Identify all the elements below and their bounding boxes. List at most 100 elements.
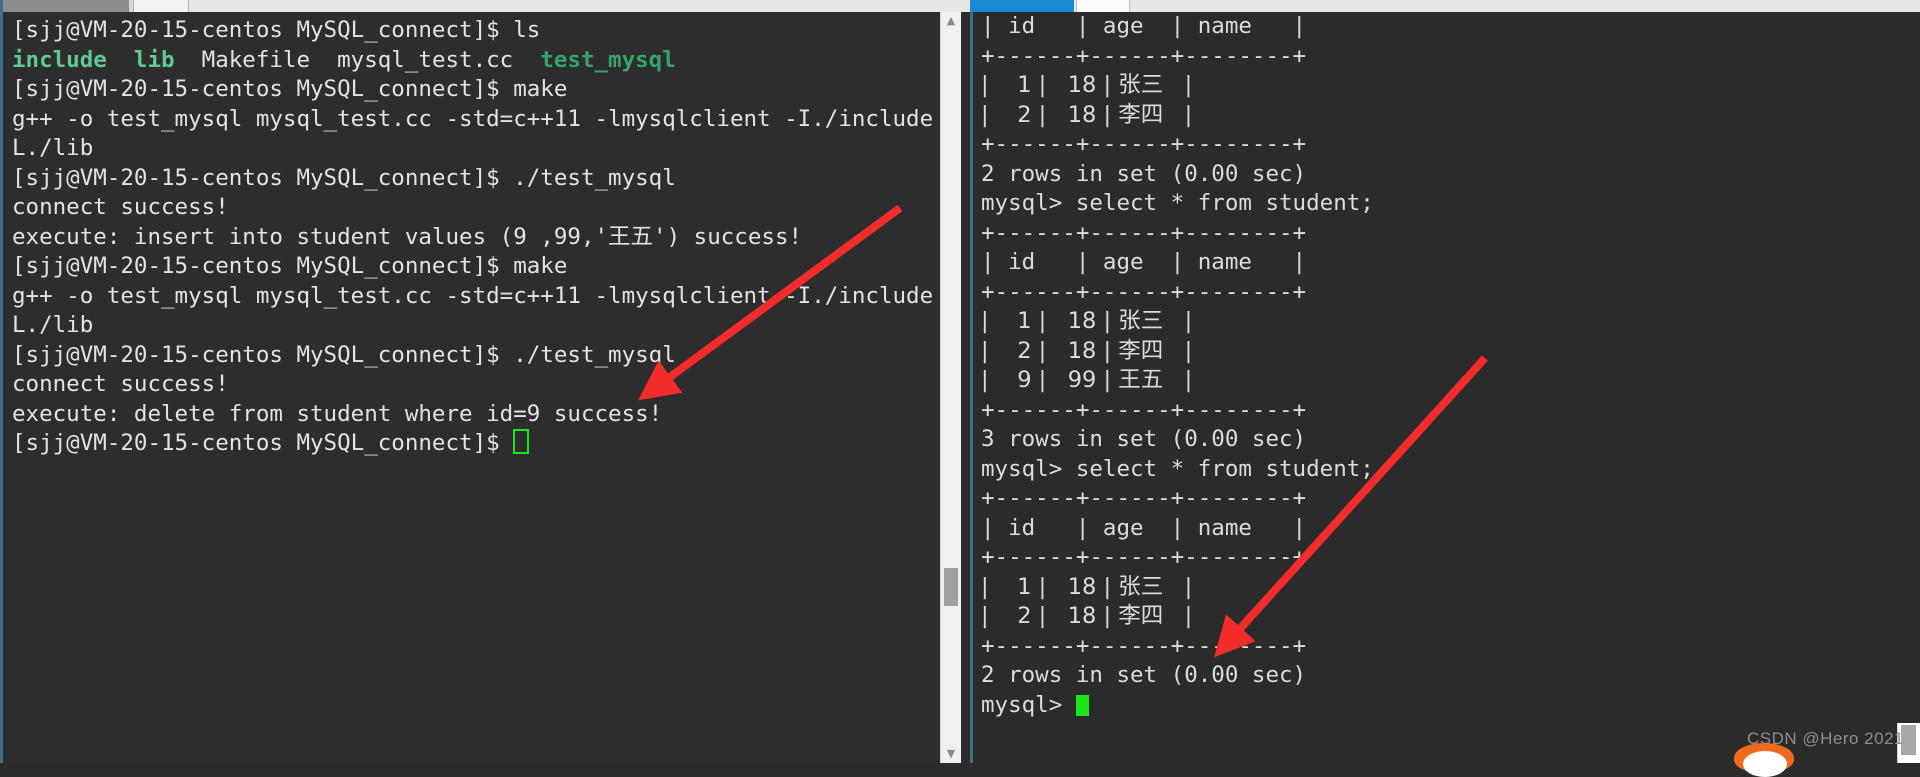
right-terminal-pane: | id | age | name | +------+------+------… xyxy=(961,0,1920,777)
left-tab-active[interactable] xyxy=(3,0,129,12)
mysql-line-text: +------+------+--------+ xyxy=(981,131,1307,157)
mysql-output-line: | 1 | 18 | 张三 | xyxy=(981,307,1920,337)
mysql-output-line: +------+------+--------+ xyxy=(981,130,1920,160)
terminal-text: L./lib xyxy=(12,135,94,161)
mysql-output-line: | 1 | 18 | 张三 | xyxy=(981,573,1920,603)
mysql-output-line: | 1 | 18 | 张三 | xyxy=(981,71,1920,101)
mysql-line-text: +------+------+--------+ xyxy=(981,485,1307,511)
mysql-output-line: 2 rows in set (0.00 sec) xyxy=(981,661,1920,691)
terminal-text: connect success! xyxy=(12,371,229,397)
terminal-text: connect success! xyxy=(12,194,229,220)
mysql-line-text: | 2 | 18 | 李四 | xyxy=(981,101,1193,128)
terminal-text: [sjj@VM-20-15-centos MySQL_connect]$ mak… xyxy=(12,253,568,279)
left-terminal-pane: [sjj@VM-20-15-centos MySQL_connect]$ ls i… xyxy=(0,0,964,763)
mysql-line-text: | id | age | name | xyxy=(981,13,1307,39)
terminal-line: [sjj@VM-20-15-centos MySQL_connect]$ xyxy=(12,429,944,459)
mysql-output-line: | 2 | 18 | 李四 | xyxy=(981,337,1920,367)
terminal-line: g++ -o test_mysql mysql_test.cc -std=c++… xyxy=(12,105,944,135)
mysql-output-line: | 2 | 18 | 李四 | xyxy=(981,101,1920,131)
left-scrollbar-thumb[interactable] xyxy=(944,568,958,606)
scroll-down-arrow-icon[interactable]: ▼ xyxy=(941,745,961,763)
terminal-text: [sjj@VM-20-15-centos MySQL_connect]$ ls xyxy=(12,17,541,43)
scroll-up-arrow-icon[interactable]: ▲ xyxy=(941,12,961,30)
terminal-text: [sjj@VM-20-15-centos MySQL_connect]$ xyxy=(12,430,514,456)
terminal-line: [sjj@VM-20-15-centos MySQL_connect]$ ./t… xyxy=(12,341,944,371)
mysql-output-line: +------+------+--------+ xyxy=(981,632,1920,662)
terminal-line: g++ -o test_mysql mysql_test.cc -std=c++… xyxy=(12,282,944,312)
terminal-line: [sjj@VM-20-15-centos MySQL_connect]$ ls xyxy=(12,16,944,46)
mysql-output-line: +------+------+--------+ xyxy=(981,543,1920,573)
mysql-cursor xyxy=(1075,694,1089,716)
terminal-line: [sjj@VM-20-15-centos MySQL_connect]$ ./t… xyxy=(12,164,944,194)
terminal-line: connect success! xyxy=(12,193,944,223)
right-tab-bar[interactable] xyxy=(961,0,1920,12)
terminal-text: [sjj@VM-20-15-centos MySQL_connect]$ mak… xyxy=(12,76,568,102)
right-tab-second[interactable] xyxy=(1076,0,1130,12)
directory-name: lib xyxy=(133,46,175,73)
terminal-line: execute: delete from student where id=9 … xyxy=(12,400,944,430)
terminal-text: [sjj@VM-20-15-centos MySQL_connect]$ ./t… xyxy=(12,341,676,368)
mysql-line-text: +------+------+--------+ xyxy=(981,544,1307,570)
mysql-line-text: +------+------+--------+ xyxy=(981,219,1307,246)
mysql-line-text: +------+------+--------+ xyxy=(981,396,1307,423)
left-tab-second[interactable] xyxy=(133,0,189,12)
mysql-output-line: +------+------+--------+ xyxy=(981,396,1920,426)
mysql-output-line: mysql> select * from student; xyxy=(981,455,1920,485)
terminal-line: [sjj@VM-20-15-centos MySQL_connect]$ mak… xyxy=(12,75,944,105)
mysql-line-text: +------+------+--------+ xyxy=(981,278,1307,305)
mysql-line-text: 3 rows in set (0.00 sec) xyxy=(981,426,1307,452)
left-terminal-output[interactable]: [sjj@VM-20-15-centos MySQL_connect]$ ls i… xyxy=(6,12,944,763)
mysql-line-text: | 9 | 99 | 王五 | xyxy=(981,367,1193,393)
mysql-output-line: | id | age | name | xyxy=(981,514,1920,544)
right-tab-active[interactable] xyxy=(970,0,1074,12)
mysql-prompt-text: mysql> xyxy=(981,691,1076,718)
mysql-output-line: +------+------+--------+ xyxy=(981,484,1920,514)
mysql-line-text: | id | age | name | xyxy=(981,249,1307,275)
mysql-output-line: mysql> select * from student; xyxy=(981,189,1920,219)
terminal-text: execute: delete from student where id=9 … xyxy=(12,400,663,427)
mysql-output-line: +------+------+--------+ xyxy=(981,278,1920,308)
mysql-output-line: | id | age | name | xyxy=(981,12,1920,42)
mysql-output-line: | id | age | name | xyxy=(981,248,1920,278)
terminal-text: g++ -o test_mysql mysql_test.cc -std=c++… xyxy=(12,105,944,132)
mysql-line-text: | 1 | 18 | 张三 | xyxy=(981,308,1193,334)
mysql-output-line: 3 rows in set (0.00 sec) xyxy=(981,425,1920,455)
left-scrollbar[interactable]: ▲ ▼ xyxy=(940,12,961,763)
mysql-line-text: | id | age | name | xyxy=(981,514,1307,541)
terminal-text: [sjj@VM-20-15-centos MySQL_connect]$ ./t… xyxy=(12,164,676,191)
terminal-text: g++ -o test_mysql mysql_test.cc -std=c++… xyxy=(12,282,944,309)
mysql-line-text: | 1 | 18 | 张三 | xyxy=(981,573,1193,600)
terminal-line: L./lib xyxy=(12,134,944,164)
mysql-line-text: +------+------+--------+ xyxy=(981,632,1307,659)
terminal-line: connect success! xyxy=(12,370,944,400)
terminal-text: execute: insert into student values (9 ,… xyxy=(12,223,803,250)
mysql-line-text: mysql> select * from student; xyxy=(981,455,1374,482)
mysql-output-line: | 9 | 99 | 王五 | xyxy=(981,366,1920,396)
screenshot-root: [sjj@VM-20-15-centos MySQL_connect]$ ls i… xyxy=(0,0,1920,777)
terminal-line: [sjj@VM-20-15-centos MySQL_connect]$ mak… xyxy=(12,252,944,282)
terminal-line: L./lib xyxy=(12,311,944,341)
mysql-line-text: mysql> select * from student; xyxy=(981,190,1374,216)
left-tab-bar[interactable] xyxy=(3,0,964,12)
left-tab-strip-background xyxy=(189,0,964,12)
terminal-cursor xyxy=(513,429,530,454)
mysql-terminal-output[interactable]: | id | age | name | +------+------+------… xyxy=(970,12,1920,763)
mysql-output-line: +------+------+--------+ xyxy=(981,219,1920,249)
mysql-line-text: | 1 | 18 | 张三 | xyxy=(981,72,1193,98)
terminal-text: Makefile mysql_test.cc xyxy=(174,46,541,73)
mysql-line-text: 2 rows in set (0.00 sec) xyxy=(981,662,1307,688)
terminal-line: include lib Makefile mysql_test.cc test_… xyxy=(12,46,944,76)
mysql-line-text: | 2 | 18 | 李四 | xyxy=(981,337,1193,364)
mysql-prompt-line: mysql> xyxy=(981,691,1920,721)
directory-name: include xyxy=(12,46,107,73)
terminal-line: execute: insert into student values (9 ,… xyxy=(12,223,944,253)
mysql-output-line: 2 rows in set (0.00 sec) xyxy=(981,160,1920,190)
mysql-line-text: +------+------+--------+ xyxy=(981,42,1307,69)
watermark-text: CSDN @Hero 2021 xyxy=(1746,729,1904,748)
terminal-text: L./lib xyxy=(12,312,94,338)
mysql-output-line: +------+------+--------+ xyxy=(981,42,1920,72)
mysql-line-text: | 2 | 18 | 李四 | xyxy=(981,603,1193,629)
csdn-logo-inner-icon xyxy=(1743,751,1787,777)
mysql-line-text: 2 rows in set (0.00 sec) xyxy=(981,160,1307,187)
